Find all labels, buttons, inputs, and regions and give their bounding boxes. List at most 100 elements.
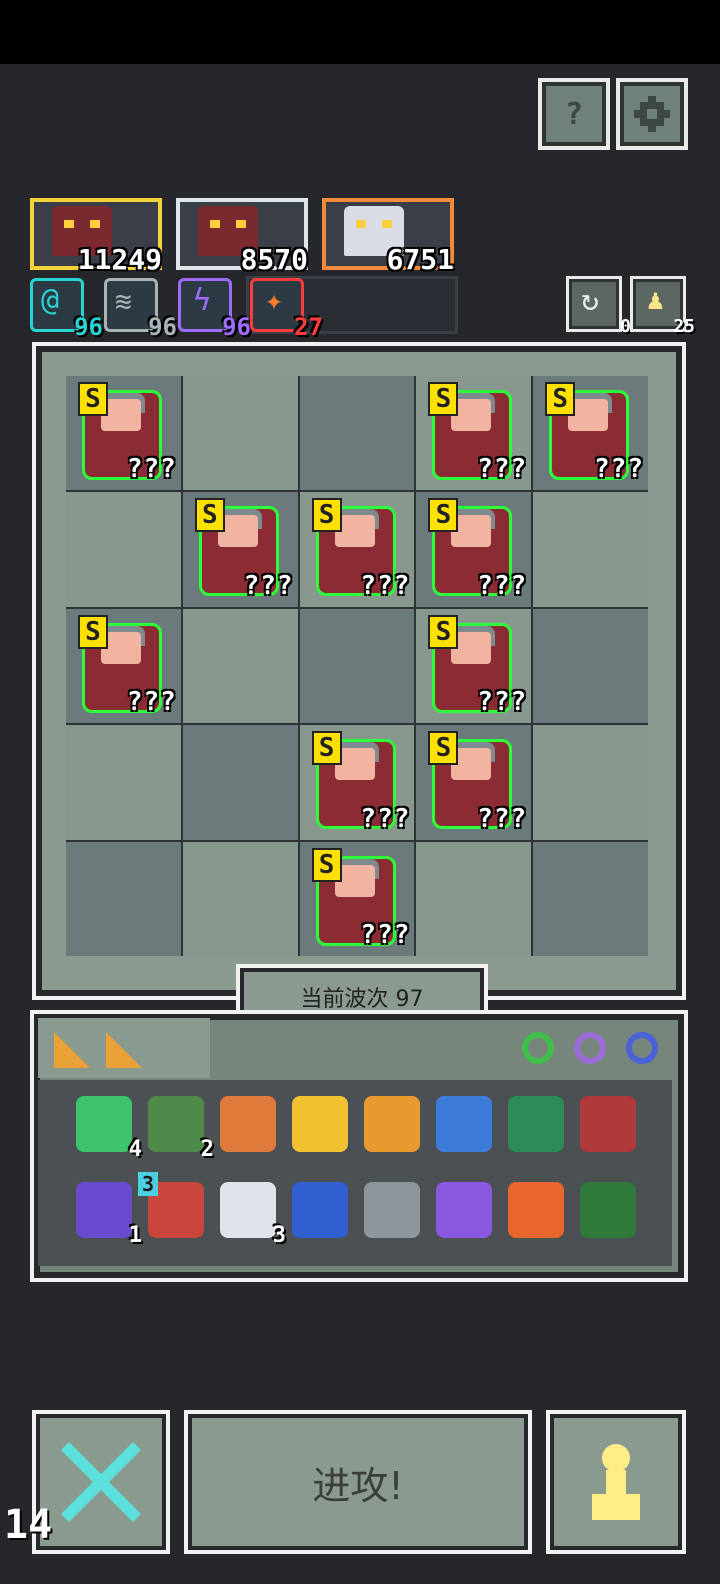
attack-label: 进攻! — [312, 1463, 404, 1508]
pawn-count: 25 — [673, 316, 695, 337]
green-tile-icon[interactable] — [508, 1096, 564, 1152]
rank-badge: S — [194, 498, 225, 533]
board-cell[interactable]: S??? — [416, 492, 532, 607]
unit-level-label: ??? — [126, 454, 177, 485]
board-cell[interactable] — [182, 608, 298, 724]
element-fire[interactable]: ✦ 27 — [250, 278, 323, 341]
item-badge: 3 — [138, 1172, 159, 1196]
blue-ring-icon[interactable] — [626, 1032, 658, 1064]
rank-badge: S — [428, 614, 459, 649]
green-scarf-icon[interactable]: 2 — [148, 1096, 214, 1162]
fire-icon: ✦ — [265, 283, 284, 318]
element-wind[interactable]: ≋ 96 — [104, 278, 177, 341]
unit-level-label: ??? — [126, 687, 177, 718]
purple-ring-icon[interactable] — [574, 1032, 606, 1064]
item-count: 4 — [128, 1137, 142, 1162]
flame-scroll-icon[interactable] — [508, 1182, 564, 1238]
item-count: 2 — [200, 1137, 214, 1162]
cheese-icon[interactable] — [54, 1032, 90, 1068]
element-count: 96 — [148, 313, 177, 341]
board-cell[interactable] — [299, 608, 415, 724]
element-count: 96 — [222, 313, 251, 341]
cheese-icon[interactable] — [106, 1032, 142, 1068]
item-count: 1 — [128, 1223, 142, 1248]
unit-level-label: ??? — [360, 803, 411, 834]
refresh-button[interactable]: ↻ 0 — [566, 276, 631, 337]
board-cell[interactable] — [66, 492, 181, 607]
settings-button[interactable] — [616, 78, 688, 150]
board-cell[interactable]: S??? — [66, 608, 181, 724]
rank-badge: S — [545, 382, 576, 416]
board-cell[interactable] — [299, 376, 415, 491]
rank-badge: S — [311, 847, 342, 882]
element-count: 96 — [74, 313, 103, 341]
board-cell[interactable] — [66, 725, 181, 840]
board-cell[interactable]: S??? — [66, 376, 181, 491]
potion-icon[interactable]: 1 — [76, 1182, 142, 1248]
rank-badge: S — [78, 382, 108, 416]
board-cell[interactable] — [533, 725, 648, 840]
board-cell[interactable] — [182, 841, 298, 956]
unit-level-label: ??? — [477, 570, 528, 601]
board-cell[interactable] — [533, 608, 648, 724]
wind-icon: ≋ — [115, 285, 132, 318]
rank-badge: S — [428, 498, 459, 533]
board-cell[interactable] — [416, 841, 532, 956]
battle-button[interactable] — [32, 1410, 170, 1554]
rank-badge: S — [428, 382, 459, 416]
help-button[interactable]: ? — [538, 78, 610, 150]
board-cell[interactable]: S??? — [533, 376, 648, 491]
attack-button[interactable]: 进攻! — [184, 1410, 532, 1554]
unit-level-label: ??? — [477, 803, 528, 834]
board-cell[interactable]: S??? — [299, 492, 415, 607]
board-grid: S??? S??? S??? S??? S??? S??? S??? S??? S??? S???… — [66, 376, 648, 956]
emerald-icon[interactable]: 4 — [76, 1096, 142, 1162]
rank-badge: S — [311, 731, 342, 766]
purple-swirl-icon[interactable] — [436, 1182, 492, 1238]
element-count: 27 — [294, 313, 323, 341]
rank-badge: S — [311, 498, 342, 533]
pawn-count-button[interactable]: ♟ 25 — [630, 276, 695, 337]
unit-level-label: ??? — [360, 920, 411, 950]
inventory-tabs — [38, 1018, 210, 1078]
board-cell[interactable]: S??? — [416, 376, 532, 491]
board-cell[interactable]: S??? — [416, 608, 532, 724]
unit-level-label: ??? — [360, 570, 411, 601]
boss-hp: 11249 — [77, 243, 162, 276]
goblet-icon[interactable] — [292, 1096, 348, 1152]
board-cell[interactable] — [182, 725, 298, 840]
pawn-icon — [592, 1444, 640, 1520]
shuriken-icon[interactable] — [364, 1182, 420, 1238]
unit-level-label: ??? — [594, 454, 644, 485]
board-cell[interactable] — [182, 376, 298, 491]
status-bar — [0, 0, 720, 64]
question-icon: ? — [564, 96, 584, 132]
element-lightning[interactable]: ϟ 96 — [178, 278, 251, 341]
water-drop-icon[interactable] — [436, 1096, 492, 1152]
board-cell[interactable] — [66, 841, 181, 956]
claw-icon[interactable]: 3 — [220, 1182, 286, 1248]
boss-hp: 6751 — [386, 243, 454, 276]
vine-tile-icon[interactable] — [580, 1182, 636, 1238]
rank-badge: S — [428, 731, 459, 766]
boss-portrait[interactable]: 6751 — [322, 198, 454, 276]
board-cell[interactable] — [533, 841, 648, 956]
cape-icon[interactable]: 3 — [138, 1172, 204, 1238]
fire-scroll-icon[interactable] — [364, 1096, 420, 1152]
unit-level-label: ??? — [243, 570, 294, 601]
element-spiral[interactable]: @ 96 — [30, 278, 103, 341]
board-cell[interactable]: S??? — [299, 841, 415, 956]
units-button[interactable] — [546, 1410, 686, 1554]
arrow-icon[interactable] — [580, 1096, 636, 1152]
blue-drop-scroll-icon[interactable] — [292, 1182, 348, 1238]
board-cell[interactable]: S??? — [182, 492, 298, 607]
spiral-icon: @ — [41, 283, 60, 318]
green-ring-icon[interactable] — [522, 1032, 554, 1064]
boss-portrait[interactable]: 11249 — [30, 198, 162, 276]
boss-portrait[interactable]: 8570 — [176, 198, 308, 276]
lightning-icon: ϟ — [193, 283, 212, 318]
board-cell[interactable]: S??? — [299, 725, 415, 840]
board-cell[interactable]: S??? — [416, 725, 532, 840]
leather-armor-icon[interactable] — [220, 1096, 276, 1152]
board-cell[interactable] — [533, 492, 648, 607]
